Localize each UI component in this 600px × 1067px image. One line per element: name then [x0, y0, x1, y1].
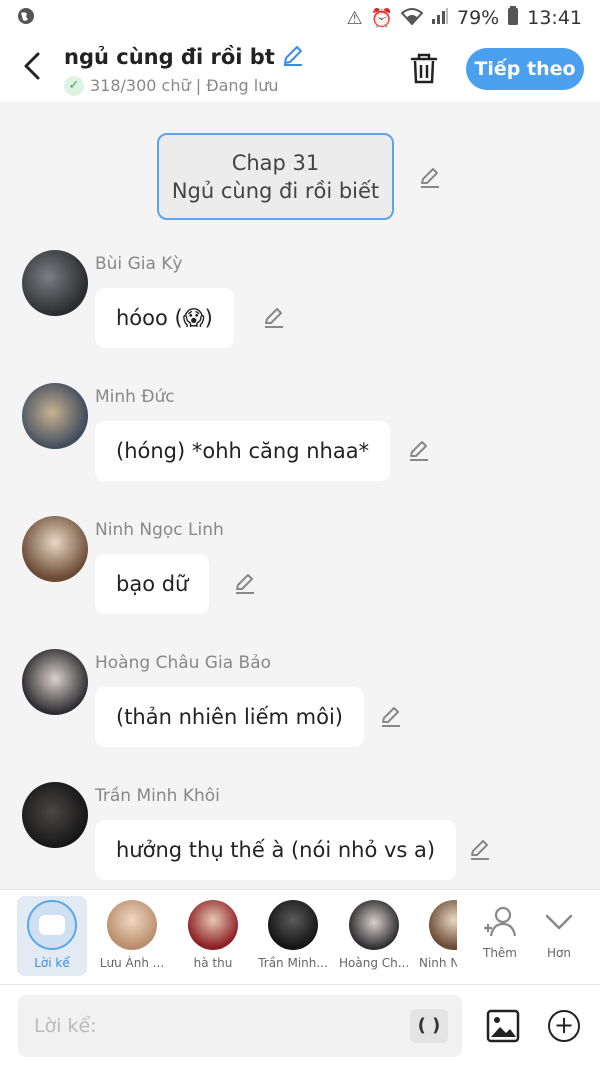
trash-icon — [410, 53, 438, 84]
message-author: Bùi Gia Kỳ — [95, 254, 183, 274]
avatar — [429, 900, 457, 950]
character-name: Ninh N — [419, 956, 457, 970]
insert-image-button[interactable] — [486, 1009, 520, 1043]
character-name: Lời kể — [34, 956, 70, 970]
message-author: Ninh Ngọc Linh — [95, 520, 224, 540]
message-input[interactable] — [18, 995, 462, 1057]
wifi-icon — [400, 7, 424, 30]
data-saver-icon: ⚠ — [346, 7, 363, 29]
edit-message-pencil-icon[interactable] — [262, 305, 288, 331]
edit-title-pencil-icon[interactable] — [281, 43, 305, 72]
edit-message-pencil-icon[interactable] — [233, 571, 259, 597]
message-bubble[interactable]: (hóng) *ohh căng nhaa* — [95, 421, 391, 481]
back-button[interactable] — [0, 51, 64, 87]
battery-icon — [507, 5, 519, 31]
message-author: Hoàng Châu Gia Bảo — [95, 653, 272, 673]
chapter-number: Chap 31 — [231, 150, 320, 175]
narrator-icon — [27, 900, 77, 950]
chevron-down-icon — [545, 914, 573, 930]
story-title: ngủ cùng đi rồi bt — [64, 45, 275, 69]
character-name: Hoàng Ch... — [339, 956, 409, 970]
edit-message-pencil-icon[interactable] — [468, 837, 494, 863]
plus-icon: + — [553, 1011, 575, 1039]
add-button[interactable]: + — [548, 1010, 580, 1042]
message-bubble[interactable]: hưởng thụ thế à (nói nhỏ vs a) — [95, 820, 457, 880]
avatar — [268, 900, 318, 950]
composer: ( ) + — [0, 984, 600, 1067]
more-button[interactable]: Hơn — [524, 896, 594, 976]
signal-icon — [431, 7, 449, 30]
status-bar: ⚠ ⏰ 79% 13:41 — [0, 0, 600, 36]
character-narrator[interactable]: Lời kể — [17, 896, 87, 976]
edit-message-pencil-icon[interactable] — [407, 438, 433, 464]
chapter-title: Ngủ cùng đi rồi biết — [171, 178, 380, 203]
parenthesis-button[interactable]: ( ) — [410, 1009, 448, 1043]
edit-chapter-pencil-icon[interactable] — [418, 165, 444, 191]
avatar[interactable] — [22, 383, 88, 449]
avatar[interactable] — [22, 782, 88, 848]
saved-check-icon: ✓ — [64, 75, 84, 96]
avatar — [349, 900, 399, 950]
story-title-block: ngủ cùng đi rồi bt ✓ 318/300 chữ | Đang … — [64, 43, 404, 96]
image-icon — [486, 1009, 520, 1043]
globe-icon — [16, 6, 36, 31]
avatar[interactable] — [22, 250, 88, 316]
avatar — [107, 900, 157, 950]
message-bubble[interactable]: (thản nhiên liếm môi) — [95, 687, 365, 747]
character-item[interactable]: Ninh N — [419, 896, 457, 976]
next-button[interactable]: Tiếp theo — [466, 48, 584, 90]
battery-percent: 79% — [457, 7, 500, 29]
avatar[interactable] — [22, 516, 88, 582]
more-label: Hơn — [547, 946, 571, 960]
character-item[interactable]: hà thu — [178, 896, 248, 976]
message-bubble[interactable]: hóoo (😱) — [95, 288, 234, 348]
chapter-card[interactable]: Chap 31 Ngủ cùng đi rồi biết — [157, 133, 394, 220]
character-item[interactable]: Trần Minh... — [258, 896, 328, 976]
clock: 13:41 — [527, 7, 582, 29]
alarm-icon: ⏰ — [370, 7, 393, 29]
edit-message-pencil-icon[interactable] — [379, 704, 405, 730]
top-bar: ngủ cùng đi rồi bt ✓ 318/300 chữ | Đang … — [0, 36, 600, 102]
avatar — [188, 900, 238, 950]
message-bubble[interactable]: bạo dữ — [95, 554, 210, 614]
character-name: Trần Minh... — [258, 956, 328, 970]
chevron-left-icon — [24, 52, 40, 80]
trash-button[interactable] — [404, 49, 444, 89]
avatar[interactable] — [22, 649, 88, 715]
character-name: hà thu — [193, 956, 233, 970]
message-author: Minh Đức — [95, 387, 175, 407]
message-author: Trần Minh Khôi — [95, 786, 220, 806]
word-count-status: 318/300 chữ | Đang lưu — [90, 76, 279, 95]
character-name: Lưu Ánh ... — [99, 956, 165, 970]
character-item[interactable]: Lưu Ánh ... — [97, 896, 167, 976]
add-person-icon — [484, 906, 517, 937]
character-item[interactable]: Hoàng Ch... — [339, 896, 409, 976]
character-selector: Lời kể Lưu Ánh ... hà thu Trần Minh... H… — [0, 889, 600, 984]
